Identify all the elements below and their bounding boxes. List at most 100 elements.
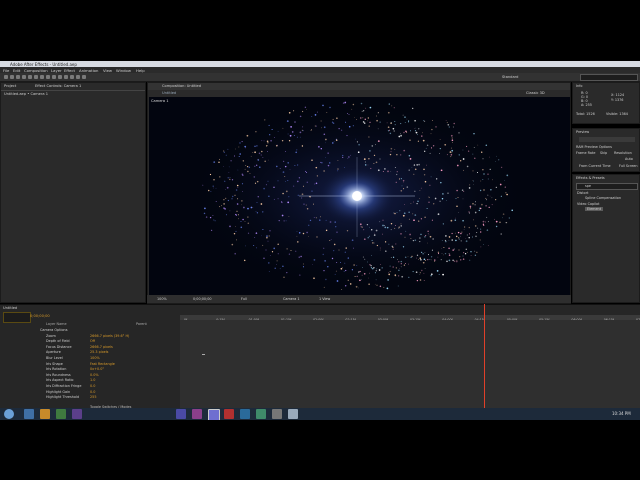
comp-view-name[interactable]: Untitled [162,91,176,95]
particle [474,204,476,206]
layer-property-row[interactable]: Blur Level 100% [0,356,180,361]
property-value[interactable]: 0.0% [90,373,99,377]
text-tool-icon[interactable] [52,75,56,79]
particle [255,131,257,133]
preview-tab[interactable]: Preview [576,130,589,134]
timeline-current-time[interactable]: 0;00;00;00 [30,314,50,318]
particle [286,272,288,274]
effects-search-input[interactable]: spe [576,183,638,190]
layer-property-row[interactable]: Zoom 2666.7 pixels (39.6° H) [0,334,180,339]
taskbar-app-2-icon[interactable] [40,409,50,419]
particle [316,111,318,113]
magnification-dropdown[interactable]: 100% [157,297,167,301]
preview-controls[interactable] [579,137,635,142]
layer-property-row[interactable]: Aperture 25.3 pixels [0,350,180,355]
property-value[interactable]: 0.0 [90,390,95,394]
selection-tool-icon[interactable] [4,75,8,79]
layer-property-row[interactable]: Highlight Gain 0.0 [0,390,180,395]
particle [293,185,295,187]
pen-tool-icon[interactable] [46,75,50,79]
system-clock[interactable]: 10:34 PM [612,411,631,416]
zoom-tool-icon[interactable] [16,75,20,79]
resolution-dropdown[interactable]: Full [241,297,247,301]
taskbar-app-4-icon[interactable] [72,409,82,419]
effects-category-distort[interactable]: Distort [577,191,588,195]
property-value[interactable]: 1.0 [90,378,95,382]
taskbar-app-3-icon[interactable] [56,409,66,419]
timeline-tab[interactable]: Untitled [3,306,17,310]
taskbar-app-9-icon[interactable] [240,409,250,419]
layer-property-row[interactable]: Iris Diffraction Fringe 0.0 [0,384,180,389]
tab-project[interactable]: Project [4,84,16,88]
composition-viewer[interactable]: Camera 1 [149,97,570,295]
playhead[interactable] [483,304,485,408]
layer-property-row[interactable]: Camera Options [0,328,180,333]
property-value[interactable]: 2666.7 pixels (39.6° H) [90,334,129,338]
current-time-display[interactable]: 0;00;00;00 [193,297,212,301]
start-button-icon[interactable] [4,409,14,419]
puppet-tool-icon[interactable] [82,75,86,79]
renderer-label[interactable]: Classic 3D [526,91,545,95]
taskbar-app-6-icon[interactable] [192,409,202,419]
effects-item-element[interactable]: Element [585,207,604,211]
tab-composition[interactable]: Composition: Untitled [162,84,201,88]
taskbar-app-8-icon[interactable] [224,409,234,419]
particle [377,128,379,130]
layer-property-row[interactable]: Iris Roundness 0.0% [0,373,180,378]
resolution-dropdown-auto[interactable]: Auto [625,157,633,161]
particle [469,184,471,186]
roto-tool-icon[interactable] [76,75,80,79]
layer-property-row[interactable]: Focus Distance 2666.7 pixels [0,345,180,350]
layer-property-row[interactable]: Depth of Field Off [0,339,180,344]
clone-tool-icon[interactable] [64,75,68,79]
layer-property-row[interactable]: Highlight Threshold 255 [0,395,180,400]
search-help-input[interactable] [580,74,638,81]
property-value[interactable]: 2666.7 pixels [90,345,113,349]
timeline-track-area[interactable] [180,304,640,408]
full-screen-checkbox[interactable]: Full Screen [619,164,638,168]
property-value[interactable]: 25.3 pixels [90,350,108,354]
property-value[interactable]: 100% [90,356,100,360]
property-value[interactable]: Off [90,339,95,343]
effects-category-videocopilot[interactable]: Video Copilot [577,202,599,206]
rotate-tool-icon[interactable] [22,75,26,79]
particle [431,128,433,131]
particle [442,193,444,195]
particle [315,125,317,127]
hand-tool-icon[interactable] [10,75,14,79]
layer-property-row[interactable]: Iris Shape Fast Rectangle [0,362,180,367]
particle [389,270,391,273]
property-value[interactable]: Fast Rectangle [90,362,115,366]
property-value[interactable]: 0x+0.0° [90,367,104,371]
property-value[interactable]: 0.0 [90,384,95,388]
pan-behind-tool-icon[interactable] [34,75,38,79]
particle [230,160,232,162]
effects-presets-tab[interactable]: Effects & Presets [576,176,605,180]
camera-tool-icon[interactable] [28,75,32,79]
mask-tool-icon[interactable] [40,75,44,79]
particle [267,159,269,161]
from-current-time-checkbox[interactable]: From Current Time [579,164,611,168]
eraser-tool-icon[interactable] [70,75,74,79]
particle [404,204,405,205]
particle [231,179,234,181]
particle [296,231,298,232]
keyframe-marker[interactable] [202,354,205,355]
brush-tool-icon[interactable] [58,75,62,79]
layer-property-row[interactable]: Iris Rotation 0x+0.0° [0,367,180,372]
effects-item-spline[interactable]: Spline Compensation [585,196,621,200]
property-value[interactable]: 255 [90,395,96,399]
taskbar-app-12-icon[interactable] [288,409,298,419]
taskbar-app-11-icon[interactable] [272,409,282,419]
taskbar-app-1-icon[interactable] [24,409,34,419]
workspace-label[interactable]: Standard [502,75,518,79]
info-tab[interactable]: Info [576,84,582,88]
view-layout-dropdown[interactable]: 1 View [319,297,330,301]
layer-property-row[interactable]: Iris Aspect Ratio 1.0 [0,378,180,383]
taskbar-app-5-icon[interactable] [176,409,186,419]
taskbar-app-10-icon[interactable] [256,409,266,419]
property-name: Blur Level [46,356,63,360]
tab-effect-controls[interactable]: Effect Controls: Camera 1 [35,84,81,88]
active-camera-dropdown[interactable]: Camera 1 [283,297,300,301]
ram-preview-options[interactable]: RAM Preview Options [576,145,612,149]
